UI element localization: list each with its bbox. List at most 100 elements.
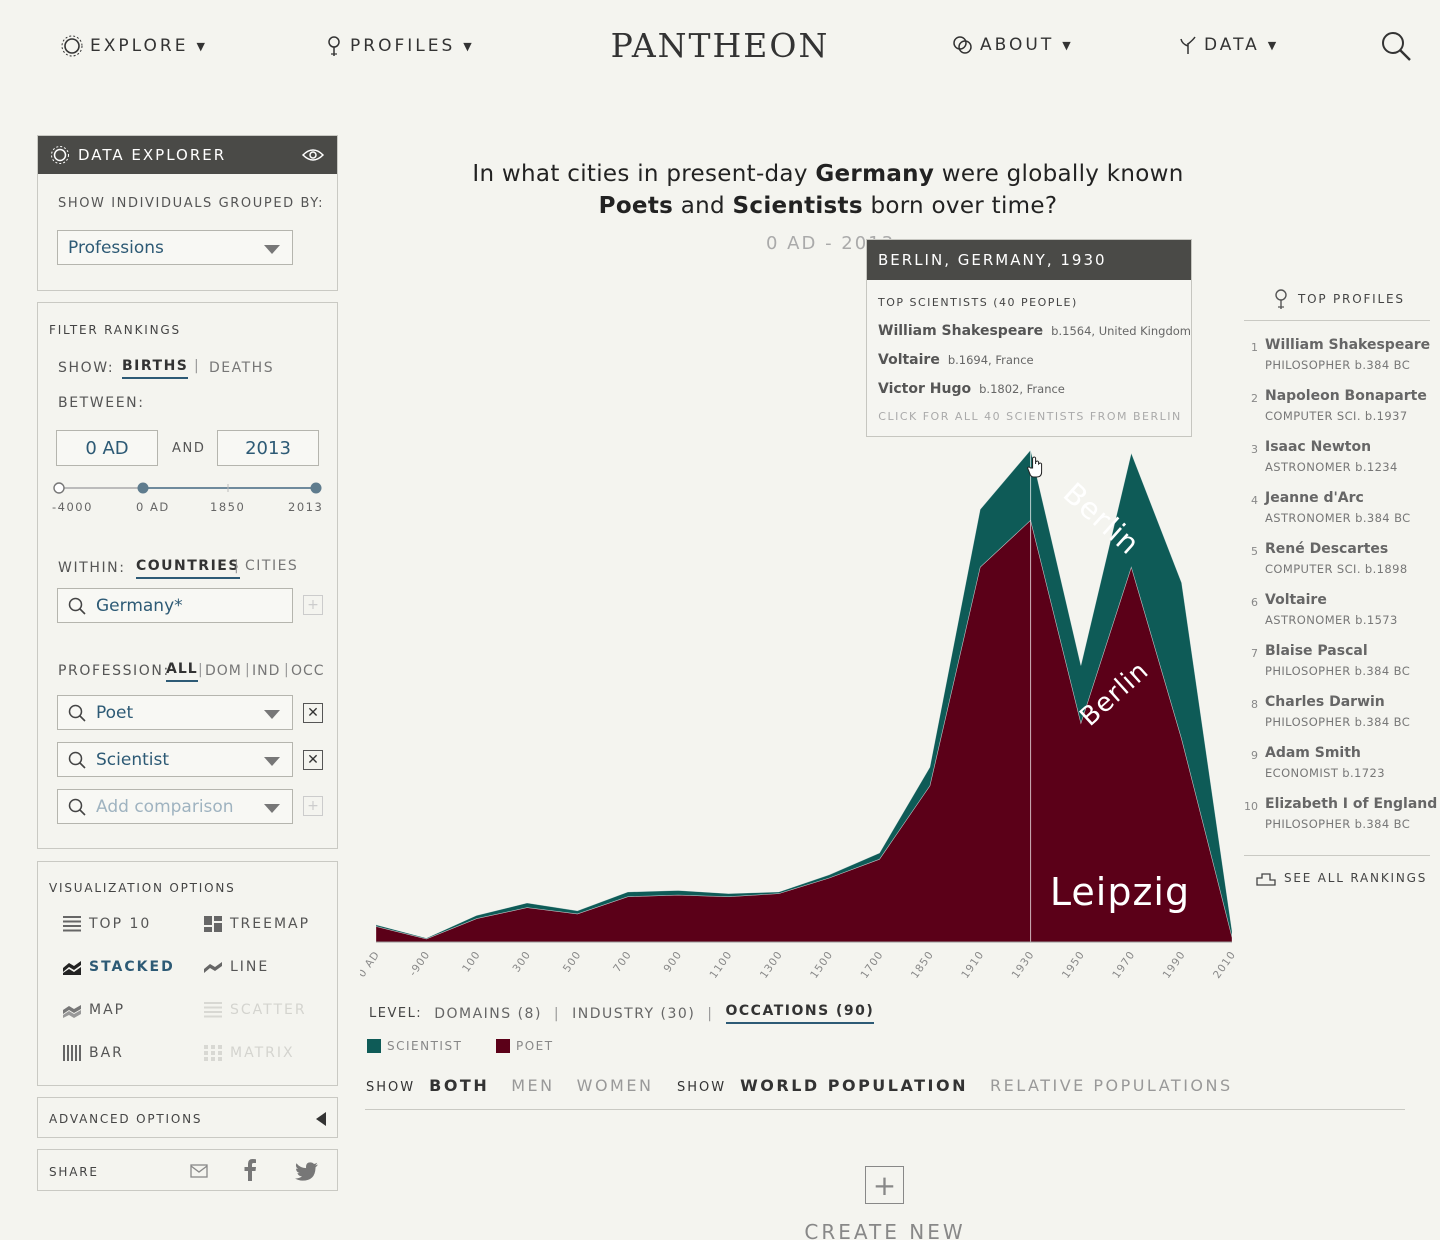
prof-all-toggle[interactable]: ALL (166, 661, 198, 682)
top-profile-item[interactable]: 8 Charles Darwin PHILOSOPHER b.384 BC (1244, 694, 1430, 738)
slider-tick: 2013 (288, 500, 324, 514)
cities-toggle[interactable]: CITIES (245, 558, 298, 574)
profile-occupation: ECONOMIST b.1723 (1265, 766, 1385, 780)
visualization-options-panel: VISUALIZATION OPTIONS TOP 10 TREEMAP STA… (37, 861, 338, 1086)
vis-bar[interactable]: BAR (63, 1045, 124, 1061)
population-relative[interactable]: RELATIVE POPULATIONS (990, 1076, 1233, 1095)
search-icon (68, 798, 86, 816)
top-profile-item[interactable]: 9 Adam Smith ECONOMIST b.1723 (1244, 745, 1430, 789)
top-profile-item[interactable]: 10 Elizabeth I of England PHILOSOPHER b.38… (1244, 796, 1437, 840)
site-logo[interactable]: PANTHEON (611, 26, 830, 65)
rank-number: 4 (1251, 494, 1258, 507)
tooltip-row[interactable]: Voltaire b.1694, France (878, 352, 1034, 368)
profile-name: Elizabeth I of England (1265, 796, 1438, 812)
nav-about[interactable]: ABOUT ▼ (952, 34, 1071, 56)
vis-map[interactable]: MAP (63, 1002, 125, 1018)
year-slider[interactable] (52, 479, 324, 497)
births-toggle[interactable]: BIRTHS (122, 358, 189, 379)
start-year-input[interactable]: 0 AD (56, 430, 158, 466)
create-new-button[interactable]: + (865, 1166, 904, 1204)
add-country-button[interactable]: + (303, 595, 323, 615)
x-tick-label: 1300 (758, 949, 785, 981)
gender-both[interactable]: BOTH (429, 1076, 489, 1095)
tooltip-footer-link[interactable]: CLICK FOR ALL 40 SCIENTISTS FROM BERLIN (867, 410, 1193, 423)
twitter-icon[interactable] (295, 1162, 319, 1182)
vis-stacked[interactable]: STACKED (63, 959, 175, 975)
population-world[interactable]: WORLD POPULATION (740, 1076, 968, 1095)
level-domains[interactable]: DOMAINS (8) (434, 1006, 542, 1022)
advanced-options-toggle[interactable]: ADVANCED OPTIONS (37, 1097, 338, 1138)
matrix-icon (204, 1045, 222, 1061)
level-occations[interactable]: OCCATIONS (90) (725, 1003, 875, 1024)
remove-profession-button[interactable]: ✕ (303, 703, 323, 723)
prof-dom-toggle[interactable]: DOM (205, 663, 242, 679)
rank-number: 1 (1251, 341, 1258, 354)
search-icon (68, 597, 86, 615)
level-industry[interactable]: INDUSTRY (30) (572, 1006, 695, 1022)
nav-data-label: DATA (1204, 35, 1260, 55)
add-comparison-button[interactable]: + (303, 796, 323, 816)
data-explorer-title: DATA EXPLORER (78, 146, 227, 164)
tooltip-row[interactable]: William Shakespeare b.1564, United Kingdo… (878, 323, 1191, 339)
nav-data[interactable]: DATA ▼ (1178, 34, 1276, 56)
email-icon[interactable] (190, 1163, 208, 1179)
top-profiles-header: TOP PROFILES (1272, 287, 1405, 311)
vis-line[interactable]: LINE (204, 959, 269, 975)
top-profile-item[interactable]: 6 Voltaire ASTRONOMER b.1573 (1244, 592, 1430, 636)
profile-name: Jeanne d'Arc (1265, 490, 1364, 506)
vis-top10[interactable]: TOP 10 (63, 916, 151, 932)
prof-occ-toggle[interactable]: OCC (291, 663, 325, 679)
country-search-input[interactable]: Germany* (57, 588, 293, 623)
nav-explore[interactable]: EXPLORE ▼ (60, 34, 205, 58)
deaths-toggle[interactable]: DEATHS (209, 360, 274, 376)
eye-icon[interactable] (301, 147, 325, 163)
legend-swatch (496, 1039, 510, 1053)
vis-matrix[interactable]: MATRIX (204, 1045, 295, 1061)
top-profile-item[interactable]: 4 Jeanne d'Arc ASTRONOMER b.384 BC (1244, 490, 1430, 534)
data-explorer-panel: DATA EXPLORER SHOW INDIVIDUALS GROUPED B… (37, 135, 338, 291)
tooltip-row[interactable]: Victor Hugo b.1802, France (878, 381, 1065, 397)
top-profile-item[interactable]: 2 Napoleon Bonaparte COMPUTER SCI. b.1937 (1244, 388, 1430, 432)
facebook-icon[interactable] (243, 1159, 257, 1181)
population-selector: SHOW WORLD POPULATION RELATIVE POPULATIO… (677, 1076, 1233, 1095)
top-profile-item[interactable]: 1 William Shakespeare PHILOSOPHER b.384 BC (1244, 337, 1430, 381)
list-icon (63, 916, 81, 932)
top-profiles-title: TOP PROFILES (1298, 292, 1405, 306)
vis-treemap[interactable]: TREEMAP (204, 916, 310, 932)
top-profile-item[interactable]: 5 René Descartes COMPUTER SCI. b.1898 (1244, 541, 1430, 585)
legend-item-poet[interactable]: POET (496, 1039, 554, 1053)
profession-select-1[interactable]: Poet (57, 695, 293, 730)
chevron-down-icon: ▼ (463, 39, 472, 53)
profile-occupation: COMPUTER SCI. b.1937 (1265, 409, 1408, 423)
chart-tooltip[interactable]: BERLIN, GERMANY, 1930 TOP SCIENTISTS (40… (866, 239, 1192, 437)
search-icon[interactable] (1380, 30, 1412, 62)
top-profile-item[interactable]: 3 Isaac Newton ASTRONOMER b.1234 (1244, 439, 1430, 483)
group-by-select[interactable]: Professions (57, 230, 293, 265)
end-year-input[interactable]: 2013 (217, 430, 319, 466)
remove-profession-button[interactable]: ✕ (303, 750, 323, 770)
see-all-rankings-link[interactable]: SEE ALL RANKINGS (1256, 870, 1427, 886)
x-tick-label: 1100 (707, 949, 734, 981)
profession-select-2[interactable]: Scientist (57, 742, 293, 777)
create-new-label[interactable]: CREATE NEW (760, 1220, 1010, 1240)
and-label: AND (172, 441, 206, 456)
nav-profiles[interactable]: PROFILES ▼ (324, 34, 472, 58)
x-tick-label: 100 (460, 949, 483, 975)
profile-occupation: PHILOSOPHER b.384 BC (1265, 358, 1411, 372)
bar-chart-icon (63, 1045, 81, 1061)
nav-profiles-label: PROFILES (350, 36, 456, 56)
legend-item-scientist[interactable]: SCIENTIST (367, 1039, 462, 1053)
add-comparison-select[interactable]: Add comparison (57, 789, 293, 824)
gender-men[interactable]: MEN (511, 1076, 554, 1095)
gender-women[interactable]: WOMEN (577, 1076, 654, 1095)
profile-name: René Descartes (1265, 541, 1389, 557)
prof-ind-toggle[interactable]: IND (252, 663, 280, 679)
share-label: SHARE (49, 1165, 99, 1179)
vis-scatter[interactable]: SCATTER (204, 1002, 307, 1018)
filter-rankings-panel: FILTER RANKINGS SHOW: BIRTHS | DEATHS BE… (37, 302, 338, 849)
x-tick-label: 1990 (1161, 949, 1188, 981)
profile-name: William Shakespeare (1265, 337, 1431, 353)
countries-toggle[interactable]: COUNTRIES (136, 558, 240, 579)
top-profile-item[interactable]: 7 Blaise Pascal PHILOSOPHER b.384 BC (1244, 643, 1430, 687)
stacked-area-chart[interactable]: 0 AD -900 100 300 500 700 900 1100 1300 1500 1700 1… (360, 430, 1240, 990)
